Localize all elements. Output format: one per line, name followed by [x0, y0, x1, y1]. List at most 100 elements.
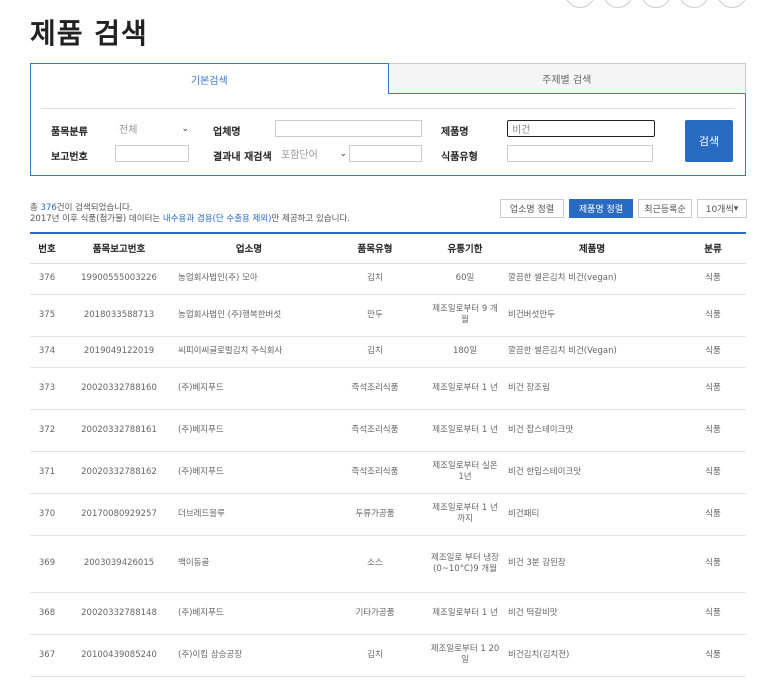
category-select[interactable]: 전체 ⌄ — [119, 120, 189, 137]
cell-product[interactable]: 비건 찹스테이크맛 — [504, 409, 680, 452]
report-label: 보고번호 — [51, 152, 88, 163]
cell-company[interactable]: (주)베지푸드 — [174, 409, 324, 452]
cell-company[interactable]: (주)베지푸드 — [174, 367, 324, 410]
header-type: 품목유형 — [324, 233, 426, 264]
company-input[interactable] — [275, 120, 422, 137]
table-row[interactable]: 374 2019049122019 씨피이씨글로벌김치 주식회사 김치 180일… — [30, 336, 746, 368]
research-select[interactable]: 포함단어 ⌄ — [281, 145, 347, 162]
circle-button[interactable] — [565, 0, 595, 8]
table-row[interactable]: 375 2018033588713 농업회사법인 (주)행복한버섯 만두 제조일… — [30, 294, 746, 337]
cell-report-no: 20020332788160 — [64, 367, 174, 410]
search-button[interactable]: 검색 — [685, 120, 733, 162]
cell-company[interactable]: 더브레드블루 — [174, 493, 324, 536]
header-expiry: 유통기한 — [426, 233, 504, 264]
cell-class: 식품 — [680, 263, 746, 295]
cell-class: 식품 — [680, 592, 746, 635]
per-page-select[interactable]: 10개씩 ▾ — [697, 199, 747, 218]
report-input[interactable] — [115, 145, 189, 162]
foodtype-label: 식품유형 — [441, 152, 478, 163]
cell-expiry: 제조일로부터 1 년까지 — [426, 493, 504, 536]
cell-class: 식품 — [680, 409, 746, 452]
cell-expiry: 제조일로부터 실온 1년 — [426, 451, 504, 494]
cell-product[interactable]: 비건버섯만두 — [504, 294, 680, 337]
cell-product[interactable]: 비건 한입스테이크맛 — [504, 451, 680, 494]
research-input[interactable] — [349, 145, 422, 162]
cell-expiry: 제조일로부터 1 20일 — [426, 634, 504, 677]
cell-report-no: 2003039426015 — [64, 535, 174, 593]
notice-suffix: 만 제공하고 있습니다. — [271, 214, 351, 224]
table-row[interactable]: 369 2003039426015 백이동골 소스 제조일로 부터 냉장(0~1… — [30, 535, 746, 593]
count-suffix: 건이 검색되었습니다. — [56, 203, 133, 213]
cell-expiry: 180일 — [426, 336, 504, 368]
header-no: 번호 — [30, 233, 64, 264]
tab-theme-search[interactable]: 주제별 검색 — [388, 63, 746, 94]
cell-company[interactable]: 농업회사법인(주) 모아 — [174, 263, 324, 295]
cell-expiry: 제조일로부터 1 년 — [426, 409, 504, 452]
cell-product[interactable]: 깔끔한 썰은김치 비건(vegan) — [504, 263, 680, 295]
cell-no: 370 — [30, 493, 64, 536]
search-form: 품목분류 전체 ⌄ 업체명 제품명 비건 보고번호 결과내 재검색 포함단어 ⌄… — [30, 94, 746, 176]
sort-company-button[interactable]: 업소명 정렬 — [500, 199, 564, 218]
cell-no: 373 — [30, 367, 64, 410]
cell-type: 즉석조리식품 — [324, 451, 426, 494]
cell-no: 372 — [30, 409, 64, 452]
table-row[interactable]: 370 20170080929257 더브레드블루 두류가공품 제조일로부터 1… — [30, 493, 746, 536]
cell-report-no: 20020332788161 — [64, 409, 174, 452]
chevron-down-icon: ⌄ — [339, 148, 347, 159]
cell-company[interactable]: (주)이킴 삼승공장 — [174, 634, 324, 677]
sort-bar: 업소명 정렬 제품명 정렬 최근등록순 10개씩 ▾ — [500, 199, 747, 218]
foodtype-input[interactable] — [507, 145, 653, 162]
cell-report-no: 2018033588713 — [64, 294, 174, 337]
cell-class: 식품 — [680, 367, 746, 410]
cell-no: 368 — [30, 592, 64, 635]
sort-recent-button[interactable]: 최근등록순 — [638, 199, 692, 218]
cell-report-no: 20020332788148 — [64, 592, 174, 635]
table-row[interactable]: 368 20020332788148 (주)베지푸드 기타가공품 제조일로부터 … — [30, 592, 746, 635]
circle-button[interactable] — [717, 0, 747, 8]
cell-report-no: 2019049122019 — [64, 336, 174, 368]
table-row[interactable]: 372 20020332788161 (주)베지푸드 즉석조리식품 제조일로부터… — [30, 409, 746, 452]
cell-company[interactable]: 농업회사법인 (주)행복한버섯 — [174, 294, 324, 337]
cell-report-no: 20020332788162 — [64, 451, 174, 494]
result-count: 376 — [40, 203, 57, 213]
page-title: 제품 검색 — [30, 17, 148, 50]
cell-company[interactable]: 씨피이씨글로벌김치 주식회사 — [174, 336, 324, 368]
cell-type: 두류가공품 — [324, 493, 426, 536]
table-row[interactable]: 367 20100439085240 (주)이킴 삼승공장 김치 제조일로부터 … — [30, 634, 746, 677]
circle-button[interactable] — [679, 0, 709, 8]
cell-product[interactable]: 비건 떡갈비맛 — [504, 592, 680, 635]
cell-product[interactable]: 비건김치(김치전) — [504, 634, 680, 677]
cell-expiry: 제조일로부터 1 년 — [426, 592, 504, 635]
cell-product[interactable]: 깔끔한 썰은김치 비건(Vegan) — [504, 336, 680, 368]
cell-type: 즉석조리식품 — [324, 409, 426, 452]
cell-report-no: 19900555003226 — [64, 263, 174, 295]
product-input[interactable]: 비건 — [507, 120, 655, 137]
count-prefix: 총 — [30, 203, 41, 213]
cell-company[interactable]: (주)베지푸드 — [174, 592, 324, 635]
cell-type: 만두 — [324, 294, 426, 337]
sort-product-button[interactable]: 제품명 정렬 — [569, 199, 633, 218]
circle-button[interactable] — [603, 0, 633, 8]
header-company: 업소명 — [174, 233, 324, 264]
cell-report-no: 20100439085240 — [64, 634, 174, 677]
notice-link[interactable]: 내수용과 겸용(단 수출용 제외) — [163, 214, 272, 224]
cell-type: 김치 — [324, 263, 426, 295]
table-row[interactable]: 373 20020332788160 (주)베지푸드 즉석조리식품 제조일로부터… — [30, 367, 746, 410]
cell-product[interactable]: 비건패티 — [504, 493, 680, 536]
cell-product[interactable]: 비건 장조림 — [504, 367, 680, 410]
cell-no: 367 — [30, 634, 64, 677]
chevron-down-icon: ⌄ — [181, 123, 189, 134]
results-table: 번호 품목보고번호 업소명 품목유형 유통기한 제품명 분류 376 19900… — [30, 232, 746, 677]
cell-company[interactable]: 백이동골 — [174, 535, 324, 593]
cell-no: 371 — [30, 451, 64, 494]
category-label: 품목분류 — [51, 127, 88, 138]
cell-product[interactable]: 비건 3분 강된장 — [504, 535, 680, 593]
cell-class: 식품 — [680, 493, 746, 536]
cell-company[interactable]: (주)베지푸드 — [174, 451, 324, 494]
table-row[interactable]: 376 19900555003226 농업회사법인(주) 모아 김치 60일 깔… — [30, 263, 746, 295]
per-page-value: 10개씩 — [705, 205, 734, 215]
research-label: 결과내 재검색 — [213, 152, 272, 163]
circle-button[interactable] — [641, 0, 671, 8]
table-row[interactable]: 371 20020332788162 (주)베지푸드 즉석조리식품 제조일로부터… — [30, 451, 746, 494]
tab-basic-search[interactable]: 기본검색 — [30, 63, 389, 94]
